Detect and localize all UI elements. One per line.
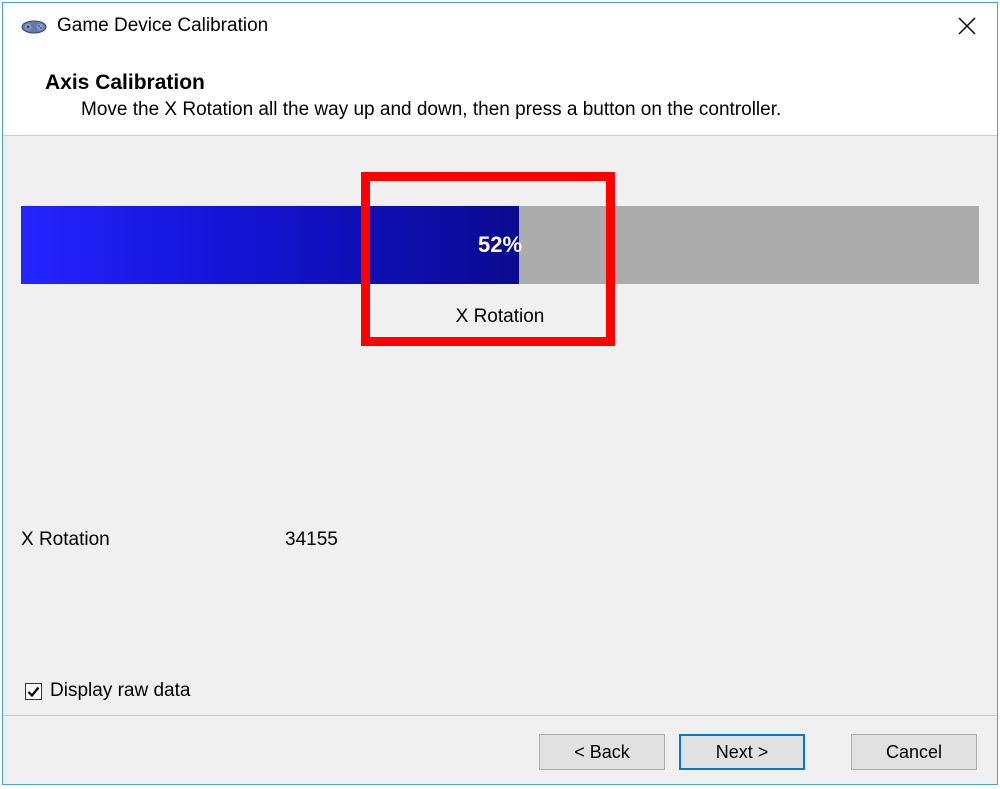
checkbox-box (25, 683, 42, 700)
axis-progress-fill (21, 206, 519, 284)
close-icon (957, 16, 977, 36)
header-block: Axis Calibration Move the X Rotation all… (3, 49, 997, 136)
display-raw-data-checkbox[interactable]: Display raw data (25, 680, 190, 702)
window-title: Game Device Calibration (57, 15, 945, 37)
page-title: Axis Calibration (45, 71, 967, 95)
cancel-button[interactable]: Cancel (851, 734, 977, 770)
gamepad-icon (21, 16, 47, 36)
titlebar: Game Device Calibration (3, 3, 997, 49)
page-description: Move the X Rotation all the way up and d… (81, 99, 967, 121)
raw-data-value: 34155 (285, 529, 338, 551)
dialog-window: Game Device Calibration Axis Calibration… (2, 2, 998, 785)
next-button[interactable]: Next > (679, 734, 805, 770)
checkmark-icon (27, 685, 40, 698)
back-button[interactable]: < Back (539, 734, 665, 770)
progress-container: 52% X Rotation (21, 206, 979, 328)
axis-progress-bar: 52% (21, 206, 979, 284)
checkbox-label: Display raw data (50, 680, 190, 702)
axis-progress-percent: 52% (478, 232, 522, 258)
raw-data-row: X Rotation 34155 (21, 529, 338, 551)
button-row: < Back Next > Cancel (539, 734, 977, 770)
close-button[interactable] (945, 8, 989, 44)
content-area: Axis Calibration Move the X Rotation all… (3, 49, 997, 784)
axis-name-label: X Rotation (21, 306, 979, 328)
raw-data-label: X Rotation (21, 529, 285, 551)
footer-divider (3, 715, 997, 716)
